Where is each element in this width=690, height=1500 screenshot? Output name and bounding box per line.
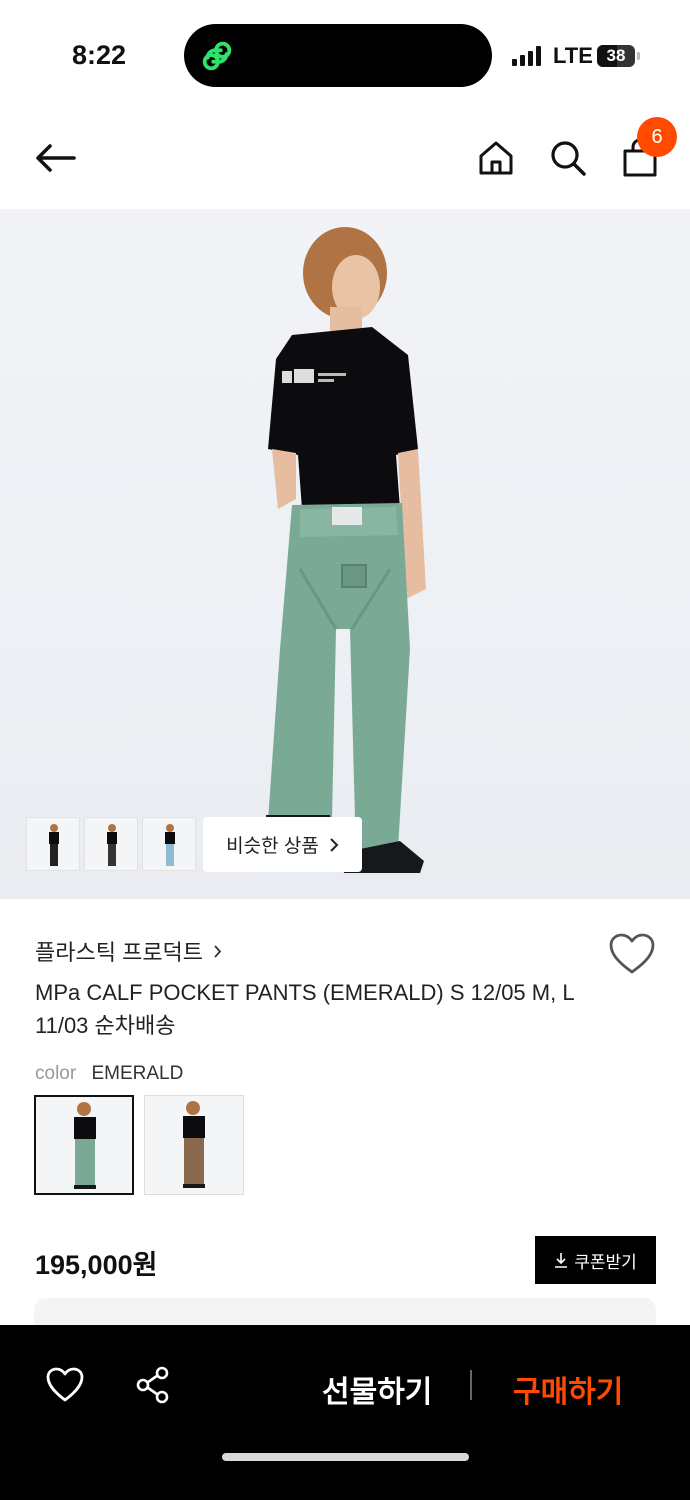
bottom-action-bar: 선물하기 구매하기 <box>0 1325 690 1500</box>
gallery-thumb-2[interactable] <box>84 817 138 871</box>
battery-icon: 38 <box>597 45 635 67</box>
network-label: LTE <box>553 43 593 68</box>
heart-icon[interactable] <box>45 1365 85 1405</box>
chevron-right-icon <box>214 944 222 958</box>
model-photo <box>266 227 426 873</box>
wishlist-heart-icon[interactable] <box>608 932 656 976</box>
coupon-button[interactable]: 쿠폰받기 <box>535 1236 656 1284</box>
coupon-label: 쿠폰받기 <box>574 1252 637 1272</box>
status-bar: 8:22 LTE 38 <box>0 0 690 110</box>
battery-tip <box>637 52 640 60</box>
share-icon[interactable] <box>133 1365 173 1405</box>
color-label: color <box>35 1063 77 1084</box>
color-option-brown[interactable] <box>144 1095 244 1195</box>
home-icon <box>479 141 513 175</box>
search-icon <box>551 141 586 176</box>
gallery-thumb-1[interactable] <box>26 817 80 871</box>
cart-count-badge: 6 <box>637 117 677 157</box>
divider <box>470 1370 472 1400</box>
link-icon <box>202 41 232 71</box>
gift-button[interactable]: 선물하기 <box>322 1367 432 1411</box>
battery-level: 38 <box>606 46 626 65</box>
search-button[interactable] <box>543 133 593 183</box>
brand-name: 플라스틱 프로덕트 <box>35 940 204 965</box>
color-option-emerald[interactable] <box>34 1095 134 1195</box>
buy-button[interactable]: 구매하기 <box>513 1367 623 1411</box>
status-time: 8:22 <box>72 40 127 70</box>
color-value: EMERALD <box>91 1063 184 1084</box>
product-price: 195,000원 <box>35 1250 158 1280</box>
similar-products-button[interactable]: 비슷한 상품 <box>203 817 362 872</box>
dynamic-island <box>184 24 492 87</box>
download-icon <box>555 1253 568 1268</box>
brand-link[interactable]: 플라스틱 프로덕트 <box>35 935 222 967</box>
color-row: color EMERALD <box>35 1063 183 1085</box>
gallery-thumbnails <box>26 817 196 871</box>
home-button[interactable] <box>471 133 521 183</box>
home-indicator <box>222 1453 469 1461</box>
product-title: MPa CALF POCKET PANTS (EMERALD) S 12/05 … <box>35 980 574 1038</box>
product-image[interactable]: 비슷한 상품 <box>0 209 690 899</box>
arrow-left-icon <box>36 144 76 172</box>
similar-products-label: 비슷한 상품 <box>226 836 319 857</box>
gallery-thumb-3[interactable] <box>142 817 196 871</box>
chevron-right-icon <box>330 837 339 852</box>
back-button[interactable] <box>30 133 80 183</box>
signal-icon <box>512 46 541 66</box>
